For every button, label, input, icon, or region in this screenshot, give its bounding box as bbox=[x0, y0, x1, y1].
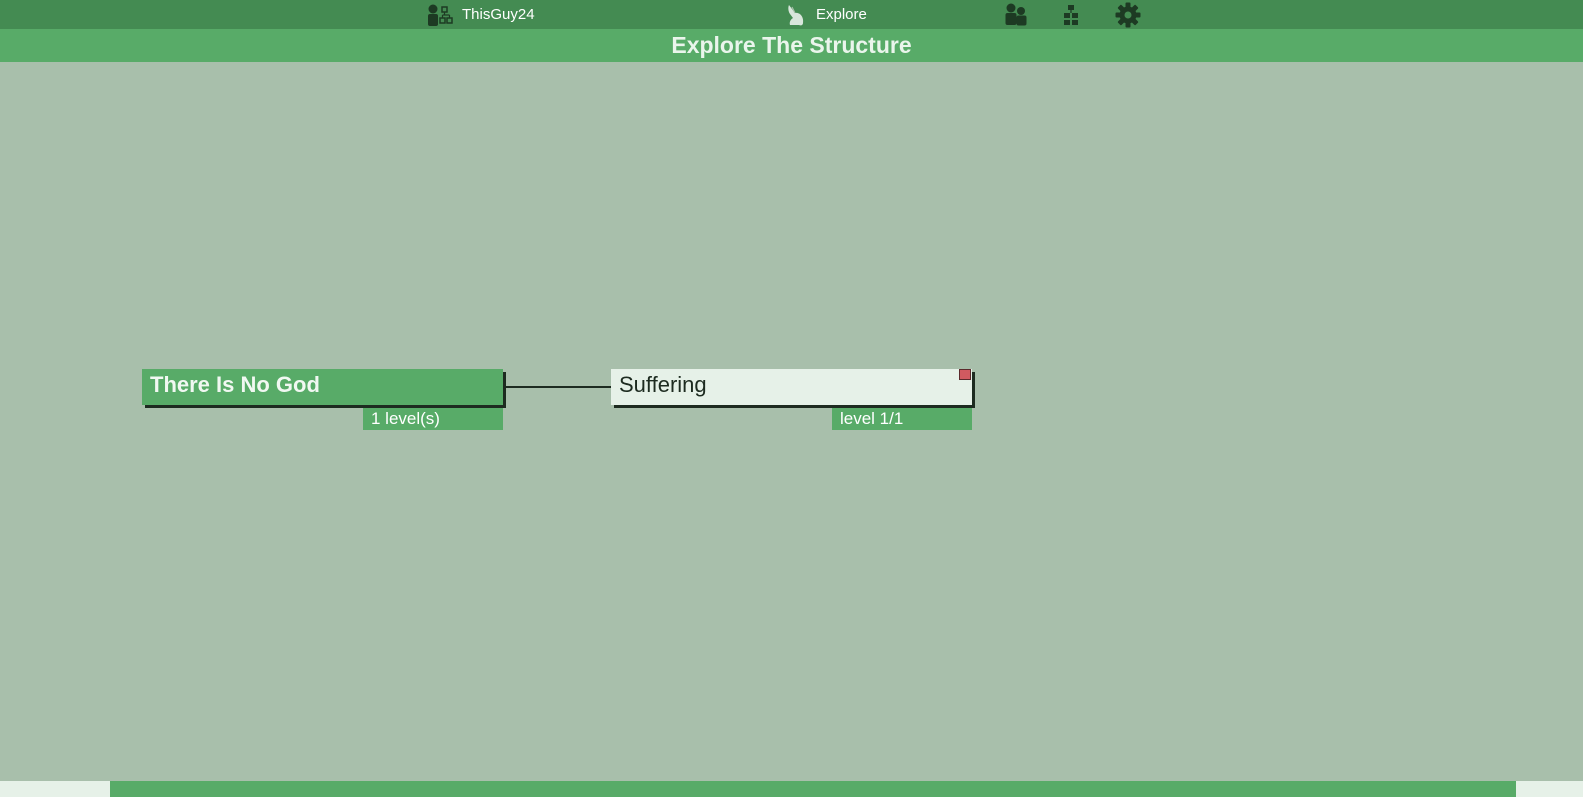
page-title: Explore The Structure bbox=[0, 29, 1583, 62]
scrollbar-thumb[interactable] bbox=[110, 781, 1516, 797]
root-levels-badge: 1 level(s) bbox=[363, 408, 503, 430]
flag-icon[interactable] bbox=[959, 369, 971, 380]
child-node[interactable]: Suffering bbox=[611, 369, 972, 405]
hierarchy-icon[interactable] bbox=[1062, 2, 1080, 31]
horizontal-scrollbar[interactable] bbox=[0, 781, 1583, 797]
root-node[interactable]: There Is No God bbox=[142, 369, 503, 405]
bunny-icon bbox=[786, 4, 806, 26]
user-menu[interactable]: ThisGuy24 bbox=[427, 0, 535, 29]
people-icon[interactable] bbox=[1004, 2, 1028, 31]
explore-label: Explore bbox=[816, 6, 867, 23]
user-structure-icon bbox=[427, 3, 453, 27]
node-connector-line bbox=[503, 386, 611, 388]
username-label: ThisGuy24 bbox=[462, 6, 535, 23]
top-navigation-bar: ThisGuy24 Explore bbox=[0, 0, 1583, 29]
child-level-badge: level 1/1 bbox=[832, 408, 972, 430]
root-node-title: There Is No God bbox=[150, 372, 320, 397]
explore-menu[interactable]: Explore bbox=[786, 0, 867, 29]
child-node-title: Suffering bbox=[619, 372, 707, 397]
